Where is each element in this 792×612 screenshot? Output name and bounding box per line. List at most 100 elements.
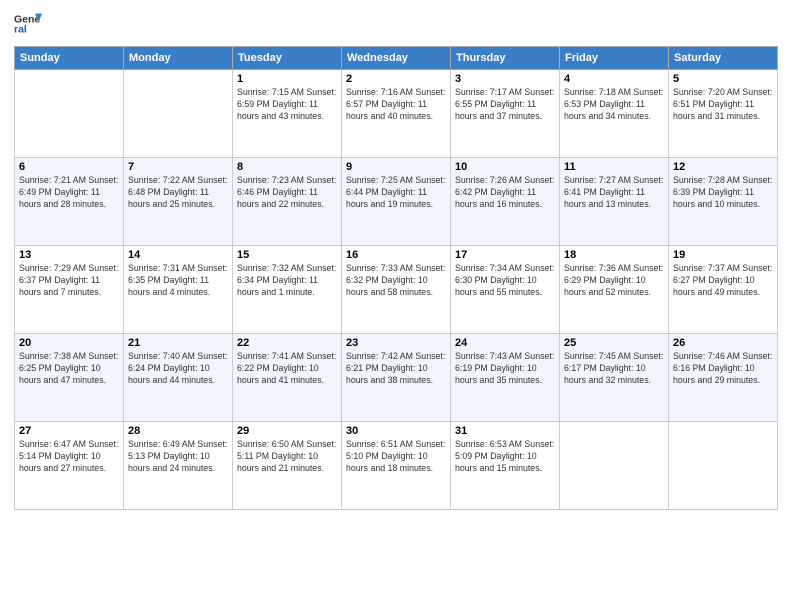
calendar-cell: 8 Sunrise: 7:23 AM Sunset: 6:46 PM Daylig… — [233, 158, 342, 246]
day-info: Sunrise: 7:25 AM Sunset: 6:44 PM Dayligh… — [346, 175, 446, 211]
day-info: Sunrise: 7:41 AM Sunset: 6:22 PM Dayligh… — [237, 351, 337, 387]
logo: Gene ral — [14, 10, 42, 38]
calendar-header-monday: Monday — [124, 47, 233, 70]
day-info: Sunrise: 6:53 AM Sunset: 5:09 PM Dayligh… — [455, 439, 555, 475]
day-number: 28 — [128, 425, 228, 437]
logo-icon: Gene ral — [14, 10, 42, 38]
calendar-week-2: 6 Sunrise: 7:21 AM Sunset: 6:49 PM Daylig… — [15, 158, 778, 246]
calendar-week-4: 20 Sunrise: 7:38 AM Sunset: 6:25 PM Dayli… — [15, 334, 778, 422]
day-info: Sunrise: 7:28 AM Sunset: 6:39 PM Dayligh… — [673, 175, 773, 211]
day-info: Sunrise: 6:49 AM Sunset: 5:13 PM Dayligh… — [128, 439, 228, 475]
day-number: 5 — [673, 73, 773, 85]
day-number: 6 — [19, 161, 119, 173]
calendar-header-thursday: Thursday — [451, 47, 560, 70]
day-number: 19 — [673, 249, 773, 261]
day-info: Sunrise: 7:15 AM Sunset: 6:59 PM Dayligh… — [237, 87, 337, 123]
day-info: Sunrise: 7:42 AM Sunset: 6:21 PM Dayligh… — [346, 351, 446, 387]
day-number: 18 — [564, 249, 664, 261]
calendar-header-row: SundayMondayTuesdayWednesdayThursdayFrid… — [15, 47, 778, 70]
calendar-header-wednesday: Wednesday — [342, 47, 451, 70]
day-number: 9 — [346, 161, 446, 173]
calendar-cell: 14 Sunrise: 7:31 AM Sunset: 6:35 PM Dayli… — [124, 246, 233, 334]
calendar-header-sunday: Sunday — [15, 47, 124, 70]
day-number: 10 — [455, 161, 555, 173]
calendar-cell: 24Sunrise: 7:43 AM Sunset: 6:19 PM Dayli… — [451, 334, 560, 422]
day-info: Sunrise: 7:38 AM Sunset: 6:25 PM Dayligh… — [19, 351, 119, 387]
calendar-cell: 23 Sunrise: 7:42 AM Sunset: 6:21 PM Dayli… — [342, 334, 451, 422]
calendar-cell: 11 Sunrise: 7:27 AM Sunset: 6:41 PM Dayli… — [560, 158, 669, 246]
calendar-cell: 19 Sunrise: 7:37 AM Sunset: 6:27 PM Dayli… — [669, 246, 778, 334]
calendar-cell: 13Sunrise: 7:29 AM Sunset: 6:37 PM Dayli… — [15, 246, 124, 334]
calendar-cell: 16 Sunrise: 7:33 AM Sunset: 6:32 PM Dayli… — [342, 246, 451, 334]
day-number: 14 — [128, 249, 228, 261]
day-info: Sunrise: 7:23 AM Sunset: 6:46 PM Dayligh… — [237, 175, 337, 211]
calendar-cell: 22 Sunrise: 7:41 AM Sunset: 6:22 PM Dayli… — [233, 334, 342, 422]
day-info: Sunrise: 7:31 AM Sunset: 6:35 PM Dayligh… — [128, 263, 228, 299]
day-number: 13 — [19, 249, 119, 261]
day-info: Sunrise: 7:34 AM Sunset: 6:30 PM Dayligh… — [455, 263, 555, 299]
day-number: 15 — [237, 249, 337, 261]
day-number: 20 — [19, 337, 119, 349]
calendar-cell: 15 Sunrise: 7:32 AM Sunset: 6:34 PM Dayli… — [233, 246, 342, 334]
day-info: Sunrise: 7:21 AM Sunset: 6:49 PM Dayligh… — [19, 175, 119, 211]
day-number: 27 — [19, 425, 119, 437]
day-number: 29 — [237, 425, 337, 437]
calendar-cell: 29 Sunrise: 6:50 AM Sunset: 5:11 PM Dayli… — [233, 422, 342, 510]
day-info: Sunrise: 6:47 AM Sunset: 5:14 PM Dayligh… — [19, 439, 119, 475]
calendar-cell: 9 Sunrise: 7:25 AM Sunset: 6:44 PM Daylig… — [342, 158, 451, 246]
svg-text:ral: ral — [14, 23, 27, 35]
calendar-cell: 3 Sunrise: 7:17 AM Sunset: 6:55 PM Daylig… — [451, 70, 560, 158]
calendar-cell: 5 Sunrise: 7:20 AM Sunset: 6:51 PM Daylig… — [669, 70, 778, 158]
day-info: Sunrise: 7:32 AM Sunset: 6:34 PM Dayligh… — [237, 263, 337, 299]
calendar-table: SundayMondayTuesdayWednesdayThursdayFrid… — [14, 46, 778, 510]
day-info: Sunrise: 6:50 AM Sunset: 5:11 PM Dayligh… — [237, 439, 337, 475]
calendar-week-3: 13Sunrise: 7:29 AM Sunset: 6:37 PM Dayli… — [15, 246, 778, 334]
day-number: 1 — [237, 73, 337, 85]
day-number: 4 — [564, 73, 664, 85]
day-info: Sunrise: 6:51 AM Sunset: 5:10 PM Dayligh… — [346, 439, 446, 475]
calendar-cell: 25Sunrise: 7:45 AM Sunset: 6:17 PM Dayli… — [560, 334, 669, 422]
day-info: Sunrise: 7:27 AM Sunset: 6:41 PM Dayligh… — [564, 175, 664, 211]
day-info: Sunrise: 7:33 AM Sunset: 6:32 PM Dayligh… — [346, 263, 446, 299]
day-number: 3 — [455, 73, 555, 85]
calendar-cell: 1 Sunrise: 7:15 AM Sunset: 6:59 PM Daylig… — [233, 70, 342, 158]
day-number: 8 — [237, 161, 337, 173]
calendar-cell: 18 Sunrise: 7:36 AM Sunset: 6:29 PM Dayli… — [560, 246, 669, 334]
calendar-header-tuesday: Tuesday — [233, 47, 342, 70]
day-number: 12 — [673, 161, 773, 173]
day-info: Sunrise: 7:40 AM Sunset: 6:24 PM Dayligh… — [128, 351, 228, 387]
calendar-cell: 7 Sunrise: 7:22 AM Sunset: 6:48 PM Daylig… — [124, 158, 233, 246]
day-number: 23 — [346, 337, 446, 349]
day-number: 11 — [564, 161, 664, 173]
calendar-cell: 26Sunrise: 7:46 AM Sunset: 6:16 PM Dayli… — [669, 334, 778, 422]
page-header: Gene ral — [14, 10, 778, 38]
calendar-cell — [669, 422, 778, 510]
calendar-cell: 17 Sunrise: 7:34 AM Sunset: 6:30 PM Dayli… — [451, 246, 560, 334]
day-info: Sunrise: 7:17 AM Sunset: 6:55 PM Dayligh… — [455, 87, 555, 123]
calendar-cell — [15, 70, 124, 158]
day-number: 17 — [455, 249, 555, 261]
calendar-header-saturday: Saturday — [669, 47, 778, 70]
calendar-cell: 4Sunrise: 7:18 AM Sunset: 6:53 PM Daylig… — [560, 70, 669, 158]
day-number: 7 — [128, 161, 228, 173]
day-info: Sunrise: 7:37 AM Sunset: 6:27 PM Dayligh… — [673, 263, 773, 299]
day-info: Sunrise: 7:20 AM Sunset: 6:51 PM Dayligh… — [673, 87, 773, 123]
day-info: Sunrise: 7:45 AM Sunset: 6:17 PM Dayligh… — [564, 351, 664, 387]
day-info: Sunrise: 7:36 AM Sunset: 6:29 PM Dayligh… — [564, 263, 664, 299]
day-number: 22 — [237, 337, 337, 349]
day-number: 16 — [346, 249, 446, 261]
calendar-cell: 12 Sunrise: 7:28 AM Sunset: 6:39 PM Dayli… — [669, 158, 778, 246]
day-info: Sunrise: 7:16 AM Sunset: 6:57 PM Dayligh… — [346, 87, 446, 123]
calendar-cell: 31 Sunrise: 6:53 AM Sunset: 5:09 PM Dayli… — [451, 422, 560, 510]
calendar-cell: 21Sunrise: 7:40 AM Sunset: 6:24 PM Dayli… — [124, 334, 233, 422]
calendar-cell: 28 Sunrise: 6:49 AM Sunset: 5:13 PM Dayli… — [124, 422, 233, 510]
calendar-cell — [124, 70, 233, 158]
day-info: Sunrise: 7:22 AM Sunset: 6:48 PM Dayligh… — [128, 175, 228, 211]
calendar-cell: 20 Sunrise: 7:38 AM Sunset: 6:25 PM Dayli… — [15, 334, 124, 422]
calendar-cell: 30 Sunrise: 6:51 AM Sunset: 5:10 PM Dayli… — [342, 422, 451, 510]
day-number: 30 — [346, 425, 446, 437]
calendar-week-5: 27 Sunrise: 6:47 AM Sunset: 5:14 PM Dayli… — [15, 422, 778, 510]
calendar-week-1: 1 Sunrise: 7:15 AM Sunset: 6:59 PM Daylig… — [15, 70, 778, 158]
day-number: 31 — [455, 425, 555, 437]
calendar-cell: 6 Sunrise: 7:21 AM Sunset: 6:49 PM Daylig… — [15, 158, 124, 246]
